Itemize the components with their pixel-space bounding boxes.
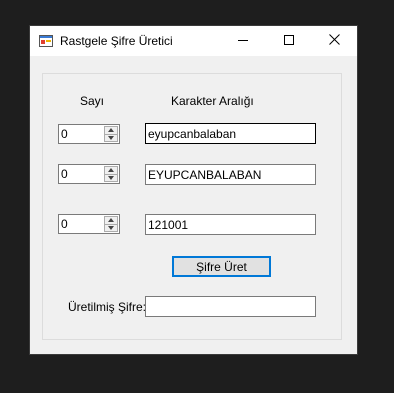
chars-field-1[interactable]: eyupcanbalaban [145, 123, 316, 144]
stepper-up-button-1[interactable] [104, 126, 118, 135]
maximize-button[interactable] [266, 26, 312, 56]
count-stepper-3[interactable]: 0 [58, 214, 120, 234]
chevron-down-icon [108, 175, 114, 180]
chevron-down-icon [108, 135, 114, 140]
close-button[interactable] [311, 26, 357, 56]
close-icon [328, 34, 340, 48]
app-window: Rastgele Şifre Üretici Sayı Karakter Ara… [30, 26, 357, 354]
minimize-icon [238, 34, 248, 48]
result-field[interactable] [145, 296, 316, 317]
maximize-icon [284, 34, 294, 48]
chars-field-2[interactable]: EYUPCANBALABAN [145, 164, 316, 185]
result-label: Üretilmiş Şifre: [68, 300, 147, 314]
count-stepper-2[interactable]: 0 [58, 164, 120, 184]
client-area: Sayı Karakter Aralığı 0 eyupcanbalaban 0 [30, 56, 357, 354]
range-header: Karakter Aralığı [171, 94, 254, 108]
chars-field-3[interactable]: 121001 [145, 214, 316, 235]
generate-password-button[interactable]: Şifre Üret [172, 256, 271, 277]
title-bar[interactable]: Rastgele Şifre Üretici [30, 26, 357, 56]
stepper-up-button-3[interactable] [104, 216, 118, 225]
stepper-down-button-3[interactable] [104, 224, 118, 232]
minimize-button[interactable] [220, 26, 266, 56]
chevron-up-icon [108, 218, 114, 223]
count-value-1[interactable]: 0 [61, 127, 68, 141]
chevron-up-icon [108, 168, 114, 173]
stepper-down-button-1[interactable] [104, 134, 118, 142]
count-stepper-1[interactable]: 0 [58, 124, 120, 144]
stepper-up-button-2[interactable] [104, 166, 118, 175]
form-panel: Sayı Karakter Aralığı 0 eyupcanbalaban 0 [42, 73, 342, 340]
count-value-2[interactable]: 0 [61, 167, 68, 181]
stepper-down-button-2[interactable] [104, 174, 118, 182]
chevron-up-icon [108, 128, 114, 133]
window-title: Rastgele Şifre Üretici [60, 34, 173, 48]
chevron-down-icon [108, 225, 114, 230]
count-header: Sayı [80, 94, 105, 108]
count-value-3[interactable]: 0 [61, 217, 68, 231]
app-icon [39, 34, 53, 48]
